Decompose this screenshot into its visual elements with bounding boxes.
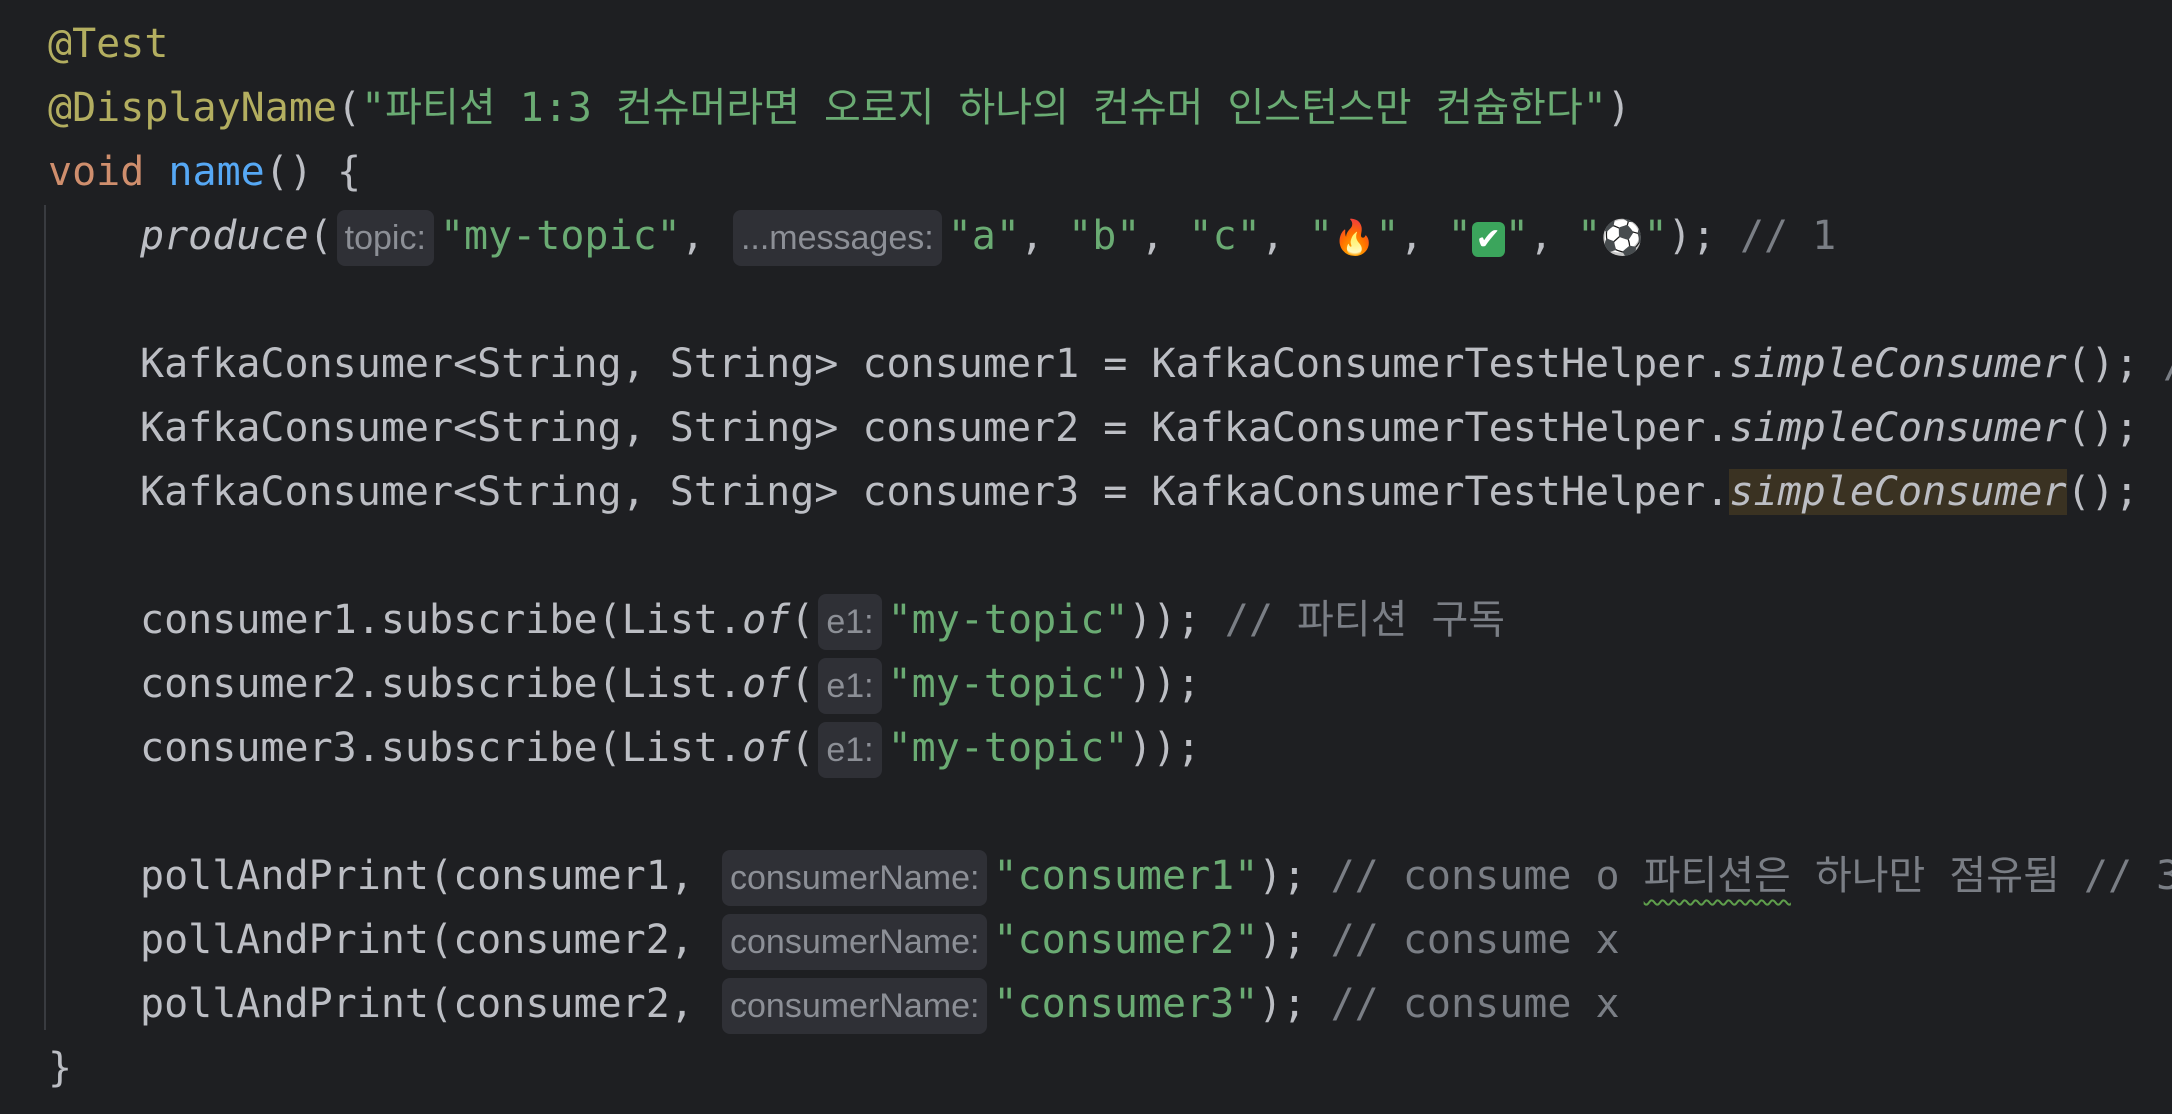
closing-brace: }: [48, 1045, 73, 1091]
msg-a: "a": [947, 213, 1020, 259]
code-line-16[interactable]: pollAndPrint(consumer2, consumerName: "co…: [140, 972, 1620, 1036]
display-name-string: "파티션 1:3 컨슈머라면 오로지 하나의 컨슈머 인스턴스만 컨슘한다": [361, 85, 1607, 131]
msg-c: "c": [1188, 213, 1261, 259]
helper-class: KafkaConsumerTestHelper.: [1151, 341, 1730, 387]
consumer-type: KafkaConsumer<String, String>: [140, 341, 863, 387]
comment-1: // 1: [1739, 213, 1837, 259]
fire-emoji-icon: 🔥: [1333, 218, 1376, 258]
subscribe-call: .subscribe(List.: [356, 597, 743, 643]
consumer3-string: "consumer3": [993, 981, 1259, 1027]
code-line-2[interactable]: @DisplayName("파티션 1:3 컨슈머라면 오로지 하나의 컨슈머 …: [48, 76, 1631, 140]
consumer1-ref: consumer1: [140, 597, 357, 643]
display-name-annotation: @DisplayName: [48, 85, 337, 131]
consumer2-arg: consumer2: [453, 981, 670, 1027]
comment-subscribe: // 파티션 구독: [1224, 597, 1506, 643]
code-line-3[interactable]: void name() {: [48, 140, 361, 204]
test-annotation: @Test: [48, 21, 169, 67]
soccer-ball-emoji-icon: ⚽: [1601, 218, 1644, 258]
subscribe-call: .subscribe(List.: [356, 661, 743, 707]
code-line-17[interactable]: }: [48, 1036, 72, 1100]
comment-consume-x: // consume x: [1330, 917, 1620, 963]
check-emoji-icon: ✔: [1471, 222, 1505, 257]
code-line-14[interactable]: pollAndPrint(consumer1, consumerName: "co…: [140, 844, 2172, 908]
param-hint-e1: e1:: [818, 594, 882, 650]
of-call: of: [742, 597, 791, 643]
msg-b: "b": [1068, 213, 1141, 259]
consumer1-arg: consumer1: [453, 853, 670, 899]
consumer-type: KafkaConsumer<String, String>: [140, 405, 863, 451]
param-hint-consumer-name: consumerName:: [722, 914, 988, 970]
param-hint-messages: ...messages:: [732, 210, 942, 266]
consumer2-var: consumer2: [862, 405, 1080, 451]
topic-string: "my-topic": [887, 597, 1129, 643]
param-hint-topic: topic:: [336, 210, 434, 266]
consumer2-string: "consumer2": [993, 917, 1259, 963]
poll-call: pollAndPrint: [140, 981, 429, 1027]
simple-consumer-call: simpleConsumer: [1729, 341, 2067, 387]
topic-string: "my-topic": [439, 213, 681, 259]
subscribe-call: .subscribe(List.: [356, 725, 743, 771]
code-line-7[interactable]: KafkaConsumer<String, String> consumer2 …: [140, 396, 2139, 460]
param-hint-e1: e1:: [818, 658, 882, 714]
topic-string: "my-topic": [887, 661, 1129, 707]
code-line-10[interactable]: consumer1.subscribe(List.of(e1: "my-topic…: [140, 588, 1505, 652]
param-hint-consumer-name: consumerName:: [722, 850, 988, 906]
helper-class: KafkaConsumerTestHelper.: [1151, 469, 1730, 515]
poll-call: pollAndPrint: [140, 917, 429, 963]
code-line-4[interactable]: produce(topic: "my-topic", ...messages: "a…: [140, 204, 1836, 268]
helper-class: KafkaConsumerTestHelper.: [1151, 405, 1730, 451]
comment-2: // 2: [2163, 341, 2172, 387]
method-name: name: [168, 149, 265, 195]
code-editor[interactable]: @Test @DisplayName("파티션 1:3 컨슈머라면 오로지 하나…: [0, 0, 2172, 1114]
topic-string: "my-topic": [887, 725, 1129, 771]
void-keyword: void: [48, 149, 145, 195]
consumer3-ref: consumer3: [140, 725, 357, 771]
consumer1-var: consumer1: [862, 341, 1080, 387]
consumer2-ref: consumer2: [140, 661, 357, 707]
of-call: of: [742, 661, 791, 707]
code-line-1[interactable]: @Test: [48, 12, 168, 76]
poll-call: pollAndPrint: [140, 853, 429, 899]
of-call: of: [742, 725, 791, 771]
param-hint-e1: e1:: [818, 722, 882, 778]
consumer2-arg: consumer2: [453, 917, 670, 963]
comment-consume-x: // consume x: [1330, 981, 1620, 1027]
code-line-15[interactable]: pollAndPrint(consumer2, consumerName: "co…: [140, 908, 1620, 972]
consumer1-string: "consumer1": [993, 853, 1259, 899]
consumer-type: KafkaConsumer<String, String>: [140, 469, 863, 515]
simple-consumer-call-highlighted[interactable]: simpleConsumer: [1729, 469, 2067, 515]
code-line-6[interactable]: KafkaConsumer<String, String> consumer1 …: [140, 332, 2172, 396]
indent-guide: [44, 205, 46, 1030]
produce-call: produce: [140, 213, 309, 259]
comment-3: // consume o 파티션은 하나만 점유됨 // 3: [1330, 853, 2172, 899]
param-hint-consumer-name: consumerName:: [722, 978, 988, 1034]
code-line-12[interactable]: consumer3.subscribe(List.of(e1: "my-topic…: [140, 716, 1201, 780]
code-line-11[interactable]: consumer2.subscribe(List.of(e1: "my-topic…: [140, 652, 1201, 716]
simple-consumer-call: simpleConsumer: [1729, 405, 2067, 451]
consumer3-var: consumer3: [862, 469, 1080, 515]
code-line-8[interactable]: KafkaConsumer<String, String> consumer3 …: [140, 460, 2139, 524]
